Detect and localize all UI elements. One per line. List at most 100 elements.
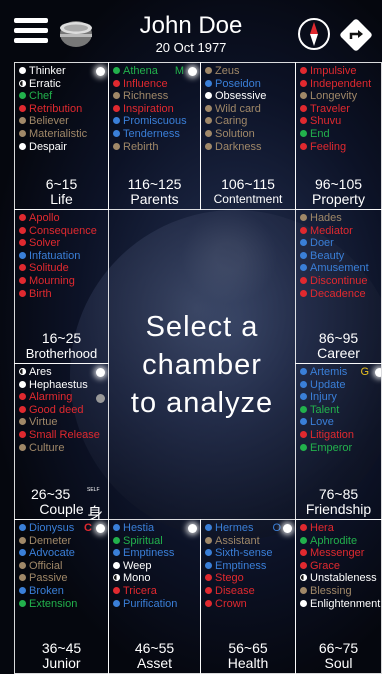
orb-icon — [96, 67, 105, 76]
trait-item: Hermes — [205, 522, 295, 535]
chamber-brotherhood[interactable]: Apollo Consequence Solver Infatuation Solitu… — [14, 209, 109, 364]
trait-item: Passive — [19, 572, 108, 585]
trait-item: Dionysus — [19, 522, 108, 535]
trait-list: Hades Mediator Doer Beauty Amusement Disconti… — [296, 210, 381, 300]
dot-icon — [300, 92, 307, 100]
trait-item: Tenderness — [113, 128, 200, 141]
trait-item: Influence — [113, 78, 200, 91]
trait-item: Zeus — [205, 65, 295, 78]
dot-icon — [19, 599, 26, 607]
chamber-life[interactable]: Thinker Erratic Chef Retribution Believer Mat… — [14, 62, 109, 210]
chamber-health[interactable]: Hermes Assistant Sixth-sense Emptiness Stego… — [200, 519, 296, 674]
trait-item: Ares — [19, 366, 108, 379]
trait-item: Talent — [300, 404, 381, 417]
chamber-soul[interactable]: Hera Aphrodite Messenger Grace Unstableness B… — [295, 519, 382, 674]
dot-icon — [19, 393, 26, 401]
trait-item: Consequence — [19, 225, 108, 238]
chamber-junior[interactable]: Dionysus Demeter Advocate Official Passive Br… — [14, 519, 109, 674]
dot-icon — [113, 549, 120, 557]
dot-icon — [113, 92, 120, 100]
dot-icon — [19, 117, 26, 125]
route-icon[interactable] — [340, 19, 372, 51]
dot-icon — [300, 574, 307, 582]
dot-icon — [300, 67, 307, 74]
trait-list: Ares Hephaestus Alarming Good deed Virtue Sma… — [15, 364, 108, 454]
dot-icon — [19, 214, 26, 221]
trait-list: Apollo Consequence Solver Infatuation Solitu… — [15, 210, 108, 300]
chamber-parents[interactable]: Athena Influence Richness Inspiration Promis… — [108, 62, 201, 210]
chamber-label: Couple — [39, 501, 84, 517]
header: John Doe 20 Oct 1977 — [0, 0, 382, 62]
trait-item: Apollo — [19, 212, 108, 225]
dot-icon — [19, 368, 26, 375]
chamber-couple[interactable]: Ares Hephaestus Alarming Good deed Virtue Sma… — [14, 363, 109, 520]
dot-icon — [205, 549, 212, 557]
trait-list: Hera Aphrodite Messenger Grace Unstableness B… — [296, 520, 381, 610]
menu-icon[interactable] — [14, 18, 48, 44]
trait-item: Solver — [19, 237, 108, 250]
dot-icon — [300, 239, 307, 247]
trait-item: End — [300, 128, 381, 141]
age-range: 46~55 — [134, 640, 175, 656]
dot-icon — [300, 524, 307, 531]
chamber-marker: C — [84, 522, 92, 534]
orb-icon — [375, 368, 381, 377]
chamber-contentment[interactable]: Zeus Poseidon Obsessive Wild card Caring Solu… — [200, 62, 296, 210]
dot-icon — [19, 264, 26, 272]
dot-icon — [300, 79, 307, 87]
dot-icon — [19, 226, 26, 234]
dot-icon — [300, 549, 307, 557]
trait-list: Thinker Erratic Chef Retribution Believer Mat… — [15, 63, 108, 153]
trait-item: Assistant — [205, 535, 295, 548]
dot-icon — [300, 430, 307, 438]
chamber-label: Life — [50, 191, 73, 207]
trait-item: Promiscuous — [113, 115, 200, 128]
trait-item: Update — [300, 379, 381, 392]
dot-icon — [300, 536, 307, 544]
dot-icon — [205, 104, 212, 112]
chamber-property[interactable]: Impulsive Independent Longevity Traveler Shu… — [295, 62, 382, 210]
dot-icon — [19, 524, 26, 531]
dot-icon — [300, 214, 307, 221]
dot-icon — [19, 276, 26, 284]
chamber-label: Asset — [136, 655, 172, 671]
trait-item: Injury — [300, 391, 381, 404]
trait-item: Emptiness — [205, 560, 295, 573]
chamber-label: Health — [227, 655, 269, 671]
dot-icon — [113, 129, 120, 137]
age-range: 96~105 — [314, 176, 363, 192]
trait-item: Independent — [300, 78, 381, 91]
pot-icon[interactable] — [58, 14, 94, 50]
chamber-label: Friendship — [305, 501, 372, 517]
dot-icon — [205, 117, 212, 125]
chamber-asset[interactable]: Hestia Spiritual Emptiness Weep Mono Tricera P… — [108, 519, 201, 674]
trait-item: Thinker — [19, 65, 108, 78]
chamber-friendship[interactable]: Artemis Update Injury Talent Love Litigation E… — [295, 363, 382, 520]
dot-icon — [19, 380, 26, 388]
dot-icon — [300, 393, 307, 401]
trait-list: Hestia Spiritual Emptiness Weep Mono Tricera P… — [109, 520, 200, 610]
dot-icon — [19, 405, 26, 413]
dot-icon — [300, 276, 307, 284]
trait-item: Infatuation — [19, 250, 108, 263]
trait-item: Discontinue — [300, 275, 381, 288]
trait-item: Caring — [205, 115, 295, 128]
chamber-marker: M — [174, 65, 184, 77]
dot-icon — [300, 380, 307, 388]
trait-item: Hera — [300, 522, 381, 535]
dot-icon — [205, 561, 212, 569]
age-range: 26~35 — [31, 486, 71, 502]
dot-icon — [300, 599, 307, 607]
trait-item: Culture — [19, 442, 108, 455]
trait-item: Disease — [205, 585, 295, 598]
trait-item: Tricera — [113, 585, 200, 598]
trait-item: Extension — [19, 598, 108, 611]
dot-icon — [113, 142, 120, 150]
compass-icon[interactable] — [297, 17, 331, 51]
trait-list: Athena Influence Richness Inspiration Promis… — [109, 63, 200, 153]
chamber-label: Parents — [130, 191, 179, 207]
chamber-career[interactable]: Hades Mediator Doer Beauty Amusement Disconti… — [295, 209, 382, 364]
dot-icon — [113, 104, 120, 112]
trait-item: Solution — [205, 128, 295, 141]
dot-icon — [113, 599, 120, 607]
